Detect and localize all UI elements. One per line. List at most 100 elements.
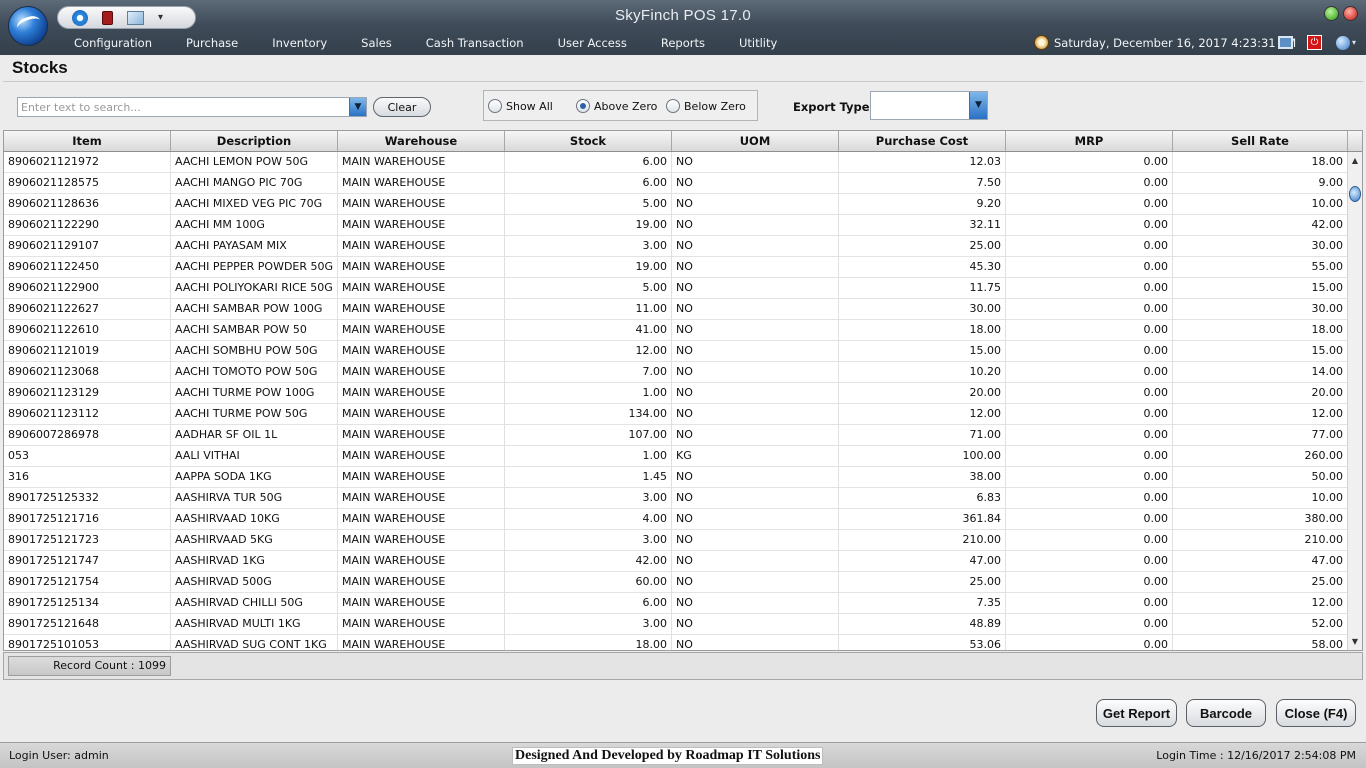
- table-cell[interactable]: 1.00: [505, 446, 672, 466]
- table-row[interactable]: 8906007286978 AADHAR SF OIL 1L MAIN WAREHO…: [4, 425, 1348, 446]
- table-cell[interactable]: NO: [672, 614, 839, 634]
- table-row[interactable]: 8906021122627 AACHI SAMBAR POW 100G MAIN W…: [4, 299, 1348, 320]
- table-cell[interactable]: MAIN WAREHOUSE: [338, 635, 505, 650]
- table-cell[interactable]: 210.00: [839, 530, 1006, 550]
- table-cell[interactable]: AASHIRVAD CHILLI 50G: [171, 593, 338, 613]
- table-cell[interactable]: 8906021122627: [4, 299, 171, 319]
- table-cell[interactable]: NO: [672, 593, 839, 613]
- table-cell[interactable]: 18.00: [1173, 152, 1348, 172]
- menu-cash-transaction[interactable]: Cash Transaction: [409, 36, 541, 50]
- table-cell[interactable]: 20.00: [839, 383, 1006, 403]
- table-cell[interactable]: NO: [672, 404, 839, 424]
- table-cell[interactable]: 71.00: [839, 425, 1006, 445]
- table-row[interactable]: 8906021122900 AACHI POLIYOKARI RICE 50G MA…: [4, 278, 1348, 299]
- table-cell[interactable]: MAIN WAREHOUSE: [338, 530, 505, 550]
- table-cell[interactable]: 260.00: [1173, 446, 1348, 466]
- column-header-mrp[interactable]: MRP: [1006, 131, 1173, 151]
- table-cell[interactable]: 0.00: [1006, 341, 1173, 361]
- table-cell[interactable]: 47.00: [839, 551, 1006, 571]
- table-row[interactable]: 8901725101053 AASHIRVAD SUG CONT 1KG MAIN …: [4, 635, 1348, 650]
- table-cell[interactable]: 134.00: [505, 404, 672, 424]
- table-cell[interactable]: 380.00: [1173, 509, 1348, 529]
- table-cell[interactable]: 10.20: [839, 362, 1006, 382]
- table-cell[interactable]: KG: [672, 446, 839, 466]
- table-cell[interactable]: 25.00: [839, 572, 1006, 592]
- table-cell[interactable]: 52.00: [1173, 614, 1348, 634]
- table-cell[interactable]: 25.00: [1173, 572, 1348, 592]
- table-cell[interactable]: 19.00: [505, 257, 672, 277]
- table-cell[interactable]: 8906021122900: [4, 278, 171, 298]
- table-cell[interactable]: 15.00: [839, 341, 1006, 361]
- radio-below-zero[interactable]: Below Zero: [666, 99, 746, 113]
- table-cell[interactable]: AASHIRVA TUR 50G: [171, 488, 338, 508]
- table-cell[interactable]: MAIN WAREHOUSE: [338, 614, 505, 634]
- table-cell[interactable]: 10.00: [1173, 488, 1348, 508]
- table-cell[interactable]: 10.00: [1173, 194, 1348, 214]
- table-cell[interactable]: AASHIRVAAD 10KG: [171, 509, 338, 529]
- table-cell[interactable]: AACHI MANGO PIC 70G: [171, 173, 338, 193]
- table-cell[interactable]: MAIN WAREHOUSE: [338, 278, 505, 298]
- table-cell[interactable]: NO: [672, 173, 839, 193]
- table-cell[interactable]: 8906021123112: [4, 404, 171, 424]
- table-row[interactable]: 8906021123129 AACHI TURME POW 100G MAIN WA…: [4, 383, 1348, 404]
- table-cell[interactable]: 8906021121972: [4, 152, 171, 172]
- table-cell[interactable]: 8906007286978: [4, 425, 171, 445]
- menu-user-access[interactable]: User Access: [541, 36, 644, 50]
- table-cell[interactable]: MAIN WAREHOUSE: [338, 551, 505, 571]
- table-row[interactable]: 8906021128636 AACHI MIXED VEG PIC 70G MAIN…: [4, 194, 1348, 215]
- table-cell[interactable]: NO: [672, 383, 839, 403]
- table-cell[interactable]: 0.00: [1006, 215, 1173, 235]
- table-cell[interactable]: 3.00: [505, 530, 672, 550]
- globe-icon[interactable]: ▾: [1336, 35, 1358, 50]
- search-dropdown-icon[interactable]: ▼: [349, 98, 366, 116]
- table-cell[interactable]: AASHIRVAAD 5KG: [171, 530, 338, 550]
- table-cell[interactable]: AACHI SAMBAR POW 100G: [171, 299, 338, 319]
- scroll-thumb[interactable]: [1349, 186, 1361, 202]
- table-cell[interactable]: NO: [672, 194, 839, 214]
- table-cell[interactable]: 0.00: [1006, 488, 1173, 508]
- column-header-warehouse[interactable]: Warehouse: [338, 131, 505, 151]
- table-cell[interactable]: AACHI TOMOTO POW 50G: [171, 362, 338, 382]
- table-cell[interactable]: NO: [672, 572, 839, 592]
- table-cell[interactable]: 0.00: [1006, 152, 1173, 172]
- table-cell[interactable]: 0.00: [1006, 551, 1173, 571]
- table-cell[interactable]: 1.45: [505, 467, 672, 487]
- table-cell[interactable]: MAIN WAREHOUSE: [338, 320, 505, 340]
- table-cell[interactable]: NO: [672, 530, 839, 550]
- table-cell[interactable]: 50.00: [1173, 467, 1348, 487]
- table-cell[interactable]: 9.00: [1173, 173, 1348, 193]
- table-cell[interactable]: 8906021122290: [4, 215, 171, 235]
- table-cell[interactable]: 58.00: [1173, 635, 1348, 650]
- table-cell[interactable]: 45.30: [839, 257, 1006, 277]
- radio-above-zero-indicator[interactable]: [576, 99, 590, 113]
- table-cell[interactable]: 30.00: [839, 299, 1006, 319]
- table-cell[interactable]: 8906021128575: [4, 173, 171, 193]
- table-cell[interactable]: 6.83: [839, 488, 1006, 508]
- table-cell[interactable]: 8906021122610: [4, 320, 171, 340]
- table-cell[interactable]: 19.00: [505, 215, 672, 235]
- table-cell[interactable]: 7.50: [839, 173, 1006, 193]
- table-cell[interactable]: 12.00: [839, 404, 1006, 424]
- table-cell[interactable]: AACHI MIXED VEG PIC 70G: [171, 194, 338, 214]
- table-cell[interactable]: 11.00: [505, 299, 672, 319]
- table-cell[interactable]: MAIN WAREHOUSE: [338, 509, 505, 529]
- table-row[interactable]: 8906021129107 AACHI PAYASAM MIX MAIN WAREH…: [4, 236, 1348, 257]
- menu-configuration[interactable]: Configuration: [57, 36, 169, 50]
- table-cell[interactable]: MAIN WAREHOUSE: [338, 572, 505, 592]
- table-cell[interactable]: 77.00: [1173, 425, 1348, 445]
- table-cell[interactable]: 12.00: [505, 341, 672, 361]
- table-cell[interactable]: 0.00: [1006, 467, 1173, 487]
- table-cell[interactable]: MAIN WAREHOUSE: [338, 299, 505, 319]
- table-row[interactable]: 8906021128575 AACHI MANGO PIC 70G MAIN WAR…: [4, 173, 1348, 194]
- table-row[interactable]: 053 AALI VITHAI MAIN WAREHOUSE 1.00 KG 100.00…: [4, 446, 1348, 467]
- column-header-purchase-cost[interactable]: Purchase Cost: [839, 131, 1006, 151]
- table-cell[interactable]: 0.00: [1006, 446, 1173, 466]
- table-cell[interactable]: 15.00: [1173, 278, 1348, 298]
- table-row[interactable]: 8906021121019 AACHI SOMBHU POW 50G MAIN WA…: [4, 341, 1348, 362]
- table-cell[interactable]: AACHI LEMON POW 50G: [171, 152, 338, 172]
- table-cell[interactable]: MAIN WAREHOUSE: [338, 446, 505, 466]
- table-cell[interactable]: 38.00: [839, 467, 1006, 487]
- column-header-uom[interactable]: UOM: [672, 131, 839, 151]
- table-cell[interactable]: NO: [672, 488, 839, 508]
- table-cell[interactable]: 053: [4, 446, 171, 466]
